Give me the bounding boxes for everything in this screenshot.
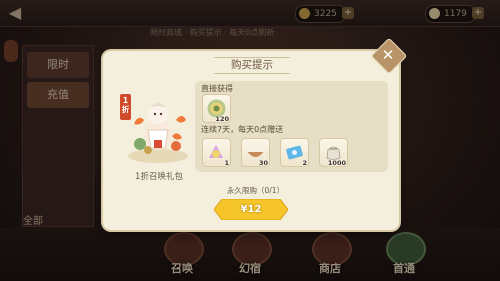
reward-item[interactable]: 1000 <box>319 138 348 167</box>
daily-reward-label: 连续7天，每天0点赠送 <box>201 125 284 134</box>
buy-button[interactable]: ¥12 <box>214 199 288 220</box>
reward-item[interactable]: 120 <box>202 94 231 123</box>
reward-item[interactable]: 2 <box>280 138 309 167</box>
item-quantity: 120 <box>215 115 229 123</box>
buy-button-price: ¥12 <box>240 204 262 215</box>
reward-item[interactable]: 30 <box>241 138 270 167</box>
reward-item[interactable]: 1 <box>202 138 231 167</box>
gift-pack-preview: 1折 <box>110 66 197 163</box>
dialog-title: 购买提示 <box>214 57 290 74</box>
close-icon[interactable]: ✕ <box>376 43 400 67</box>
character-art-icon <box>128 103 188 163</box>
direct-reward-label: 直接获得 <box>201 84 233 93</box>
purchase-limit: 永久限购（0/1） <box>227 186 285 195</box>
